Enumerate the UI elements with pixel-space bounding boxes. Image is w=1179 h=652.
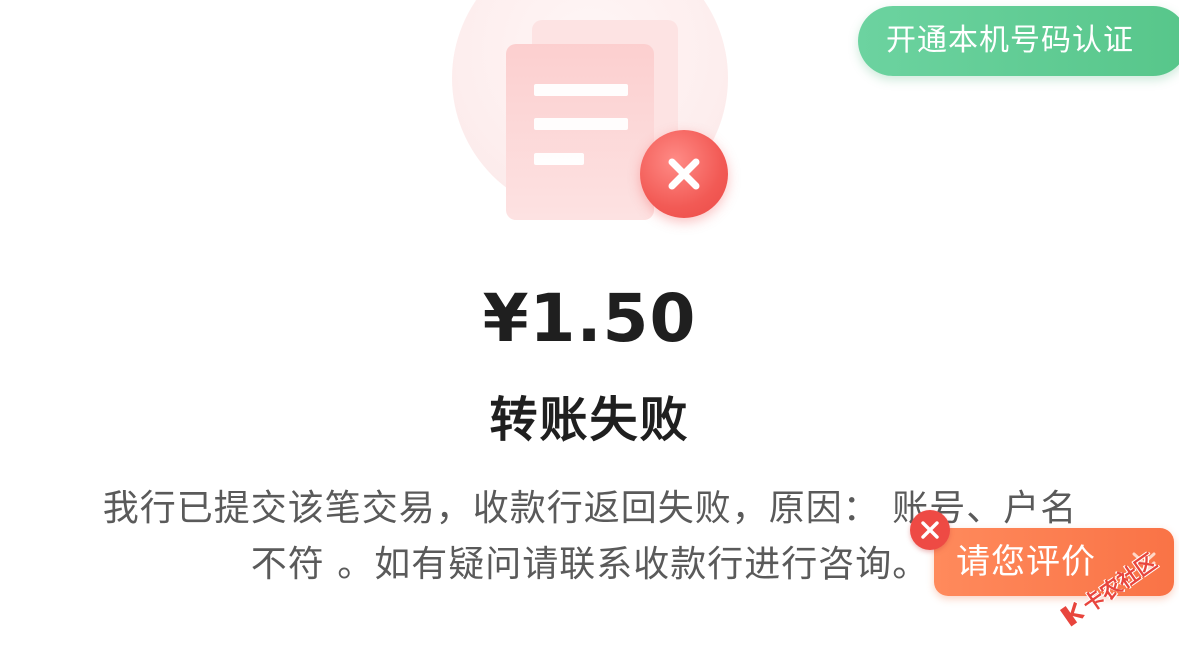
verify-phone-number-button[interactable]: 开通本机号码认证 [858,6,1179,76]
document-text-line [534,118,628,130]
error-badge [640,130,728,218]
transfer-amount: ¥1.50 [482,280,697,357]
failed-document-icon [506,44,654,220]
transfer-result-page: 开通本机号码认证 ¥1.50 转账失败 我行已提交该笔交易，收款行返回失败，原因… [0,0,1179,652]
close-icon [668,158,700,190]
rate-us-label: 请您评价 [956,542,1096,582]
document-text-line [534,84,628,96]
transfer-status-title: 转账失败 [489,392,690,448]
close-icon [921,521,939,539]
rating-close-button[interactable] [910,510,950,550]
document-text-line [534,153,584,165]
